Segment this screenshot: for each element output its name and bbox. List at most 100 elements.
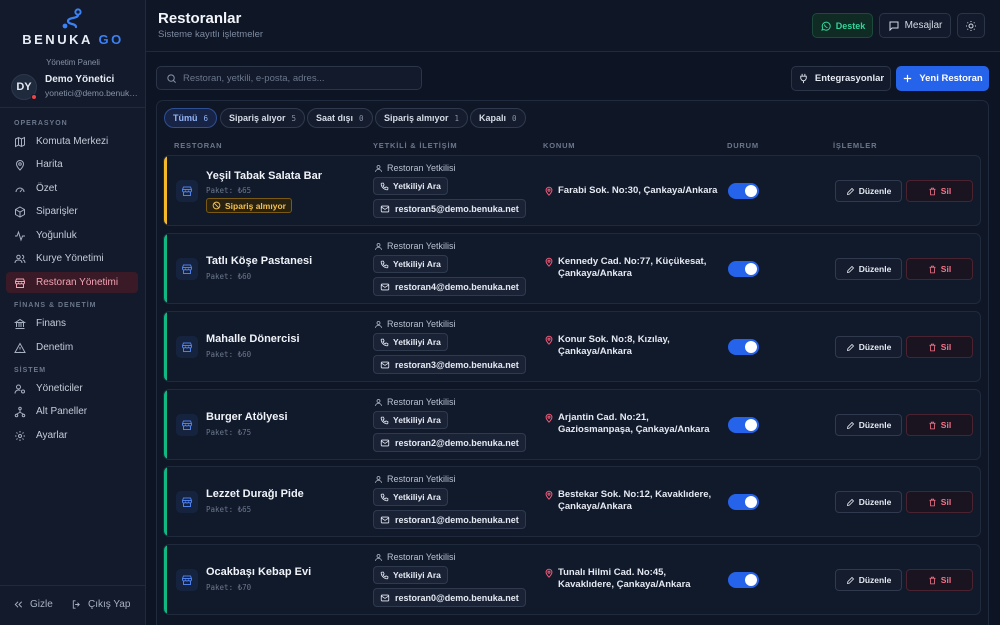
active-toggle[interactable] bbox=[728, 417, 759, 433]
brand-logo[interactable]: BENUKA GO bbox=[0, 8, 146, 47]
store-icon bbox=[15, 278, 25, 288]
call-contact-button[interactable]: Yetkiliyi Ara bbox=[373, 566, 448, 584]
edit-button[interactable]: Düzenle bbox=[835, 258, 902, 280]
package-price: Paket: ₺65 bbox=[206, 186, 252, 195]
email-button[interactable]: restoran5@demo.benuka.net bbox=[373, 199, 526, 218]
sidebar-item-yoneticiler[interactable]: Yöneticiler bbox=[6, 378, 138, 399]
chip-count: 6 bbox=[203, 113, 209, 123]
trash-icon bbox=[929, 498, 936, 506]
delete-button[interactable]: Sil bbox=[906, 569, 973, 591]
sidebar-item-alt-paneller[interactable]: Alt Paneller bbox=[6, 401, 138, 422]
delete-button[interactable]: Sil bbox=[906, 258, 973, 280]
user-icon bbox=[375, 398, 382, 406]
call-contact-button[interactable]: Yetkiliyi Ara bbox=[373, 177, 448, 195]
call-contact-button[interactable]: Yetkiliyi Ara bbox=[373, 488, 448, 506]
edit-label: Düzenle bbox=[858, 186, 892, 196]
filter-chip-taking-orders[interactable]: Sipariş alıyor 5 bbox=[220, 108, 306, 128]
table-row: Yeşil Tabak Salata Bar Paket: ₺65 Sipari… bbox=[163, 155, 981, 226]
delete-button[interactable]: Sil bbox=[906, 180, 973, 202]
user-profile[interactable]: DY Demo Yönetici yonetici@demo.benuka.ne… bbox=[11, 73, 139, 101]
delete-button[interactable]: Sil bbox=[906, 336, 973, 358]
sidebar-item-harita[interactable]: Harita bbox=[6, 154, 138, 175]
filter-chip-closed[interactable]: Kapalı 0 bbox=[470, 108, 526, 128]
search-input[interactable] bbox=[183, 72, 413, 84]
email-button[interactable]: restoran4@demo.benuka.net bbox=[373, 277, 526, 296]
email-button[interactable]: restoran0@demo.benuka.net bbox=[373, 588, 526, 607]
messages-label: Mesajlar bbox=[904, 20, 943, 31]
call-contact-button[interactable]: Yetkiliyi Ara bbox=[373, 411, 448, 429]
edit-button[interactable]: Düzenle bbox=[835, 336, 902, 358]
filter-chip-not-taking[interactable]: Sipariş almıyor 1 bbox=[375, 108, 469, 128]
collapse-button[interactable]: Gizle bbox=[13, 599, 53, 610]
active-toggle[interactable] bbox=[728, 339, 759, 355]
email-button[interactable]: restoran1@demo.benuka.net bbox=[373, 510, 526, 529]
delete-label: Sil bbox=[940, 342, 952, 352]
support-button[interactable]: Destek bbox=[812, 13, 873, 38]
email-button[interactable]: restoran3@demo.benuka.net bbox=[373, 355, 526, 374]
chip-label: Sipariş alıyor bbox=[229, 113, 286, 123]
column-header-location: KONUM bbox=[543, 141, 576, 150]
ban-icon bbox=[212, 201, 221, 210]
sidebar-item-denetim[interactable]: Denetim bbox=[6, 337, 138, 358]
active-toggle[interactable] bbox=[728, 494, 759, 510]
sidebar-item-komuta-merkezi[interactable]: Komuta Merkezi bbox=[6, 131, 138, 152]
contact-person-text: Restoran Yetkilisi bbox=[387, 319, 456, 329]
filter-chip-all[interactable]: Tümü 6 bbox=[164, 108, 218, 128]
contact-person-label: Restoran Yetkilisi bbox=[374, 552, 456, 562]
edit-button[interactable]: Düzenle bbox=[835, 491, 902, 513]
sidebar-item-finans[interactable]: Finans bbox=[6, 313, 138, 334]
search-box[interactable] bbox=[156, 66, 422, 90]
chip-label: Kapalı bbox=[479, 113, 507, 123]
edit-button[interactable]: Düzenle bbox=[835, 569, 902, 591]
edit-button[interactable]: Düzenle bbox=[835, 414, 902, 436]
call-contact-button[interactable]: Yetkiliyi Ara bbox=[373, 255, 448, 273]
user-icon bbox=[375, 475, 382, 483]
map-pin-icon bbox=[545, 186, 553, 196]
chevrons-left-icon bbox=[14, 601, 23, 608]
filter-chip-out-of-hours[interactable]: Saat dışı 0 bbox=[307, 108, 373, 128]
sidebar-item-label: Yöneticiler bbox=[36, 383, 83, 394]
logout-icon bbox=[72, 600, 80, 609]
delete-label: Sil bbox=[940, 497, 952, 507]
pencil-icon bbox=[846, 421, 854, 429]
sidebar-item-kurye-yonetimi[interactable]: Kurye Yönetimi bbox=[6, 248, 138, 269]
address-line-1: Farabi Sok. No:30, Çankaya/Ankara bbox=[558, 185, 718, 196]
sidebar-item-yogunluk[interactable]: Yoğunluk bbox=[6, 225, 138, 246]
integrations-button[interactable]: Entegrasyonlar bbox=[791, 66, 891, 91]
restaurant-name: Mahalle Dönercisi bbox=[206, 333, 300, 345]
pencil-icon bbox=[846, 498, 854, 506]
call-contact-button[interactable]: Yetkiliyi Ara bbox=[373, 333, 448, 351]
edit-button[interactable]: Düzenle bbox=[835, 180, 902, 202]
sidebar-item-siparisler[interactable]: Siparişler bbox=[6, 201, 138, 222]
toggle-knob bbox=[745, 419, 757, 431]
call-label: Yetkiliyi Ara bbox=[393, 415, 441, 425]
sidebar-item-ayarlar[interactable]: Ayarlar bbox=[6, 425, 138, 446]
email-text: restoran2@demo.benuka.net bbox=[395, 437, 519, 448]
store-avatar bbox=[176, 258, 198, 280]
gauge-icon bbox=[15, 187, 25, 192]
active-toggle[interactable] bbox=[728, 261, 759, 277]
delete-button[interactable]: Sil bbox=[906, 491, 973, 513]
contact-person-text: Restoran Yetkilisi bbox=[387, 397, 456, 407]
store-avatar bbox=[176, 336, 198, 358]
logout-button[interactable]: Çıkış Yap bbox=[71, 599, 130, 610]
active-toggle[interactable] bbox=[728, 572, 759, 588]
sidebar-item-restoran-yonetimi[interactable]: Restoran Yönetimi bbox=[6, 272, 138, 293]
email-button[interactable]: restoran2@demo.benuka.net bbox=[373, 433, 526, 452]
delete-label: Sil bbox=[940, 575, 952, 585]
contact-person-text: Restoran Yetkilisi bbox=[387, 241, 456, 251]
address-line-2: Gaziosmanpaşa, Çankaya/Ankara bbox=[558, 424, 710, 435]
store-icon bbox=[182, 575, 192, 585]
delete-button[interactable]: Sil bbox=[906, 414, 973, 436]
email-text: restoran1@demo.benuka.net bbox=[395, 514, 519, 525]
badge-label: Sipariş almıyor bbox=[225, 200, 286, 211]
active-toggle[interactable] bbox=[728, 183, 759, 199]
sidebar-item-ozet[interactable]: Özet bbox=[6, 178, 138, 199]
restaurant-address: Arjantin Cad. No:21, Gaziosmanpaşa, Çank… bbox=[544, 412, 724, 436]
collapse-label: Gizle bbox=[30, 599, 53, 610]
new-restaurant-button[interactable]: Yeni Restoran bbox=[896, 66, 989, 91]
messages-button[interactable]: Mesajlar bbox=[879, 13, 951, 38]
store-icon bbox=[182, 264, 192, 274]
theme-toggle-button[interactable] bbox=[957, 13, 985, 38]
status-bar bbox=[164, 234, 167, 303]
